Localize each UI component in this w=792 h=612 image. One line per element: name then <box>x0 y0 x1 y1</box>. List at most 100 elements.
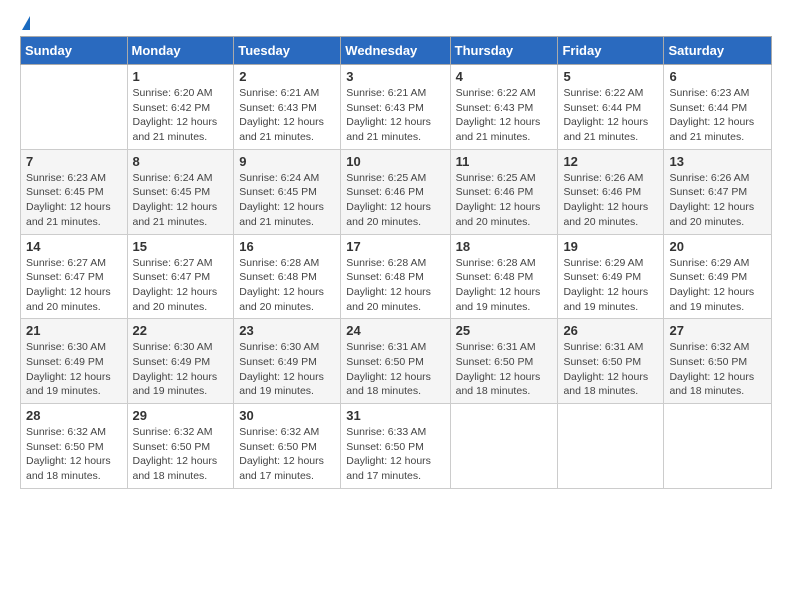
day-info: Sunrise: 6:21 AM Sunset: 6:43 PM Dayligh… <box>346 86 444 145</box>
day-info: Sunrise: 6:31 AM Sunset: 6:50 PM Dayligh… <box>346 340 444 399</box>
weekday-header-friday: Friday <box>558 37 664 65</box>
day-number: 6 <box>669 69 766 84</box>
day-info: Sunrise: 6:23 AM Sunset: 6:45 PM Dayligh… <box>26 171 122 230</box>
day-info: Sunrise: 6:22 AM Sunset: 6:44 PM Dayligh… <box>563 86 658 145</box>
calendar-cell: 12 Sunrise: 6:26 AM Sunset: 6:46 PM Dayli… <box>558 149 664 234</box>
calendar-cell: 11Sunrise: 6:25 AM Sunset: 6:46 PM Dayli… <box>450 149 558 234</box>
day-info: Sunrise: 6:28 AM Sunset: 6:48 PM Dayligh… <box>346 256 444 315</box>
weekday-header-tuesday: Tuesday <box>234 37 341 65</box>
calendar-cell: 9 Sunrise: 6:24 AM Sunset: 6:45 PM Daylig… <box>234 149 341 234</box>
calendar-cell <box>450 404 558 489</box>
calendar-week-row: 7Sunrise: 6:23 AM Sunset: 6:45 PM Daylig… <box>21 149 772 234</box>
day-number: 28 <box>26 408 122 423</box>
day-info: Sunrise: 6:21 AM Sunset: 6:43 PM Dayligh… <box>239 86 335 145</box>
day-number: 27 <box>669 323 766 338</box>
day-number: 20 <box>669 239 766 254</box>
calendar-cell: 24 Sunrise: 6:31 AM Sunset: 6:50 PM Dayli… <box>341 319 450 404</box>
day-info: Sunrise: 6:27 AM Sunset: 6:47 PM Dayligh… <box>133 256 229 315</box>
day-info: Sunrise: 6:24 AM Sunset: 6:45 PM Dayligh… <box>239 171 335 230</box>
calendar-cell: 20 Sunrise: 6:29 AM Sunset: 6:49 PM Dayli… <box>664 234 772 319</box>
day-info: Sunrise: 6:30 AM Sunset: 6:49 PM Dayligh… <box>133 340 229 399</box>
page-header <box>20 16 772 26</box>
day-info: Sunrise: 6:30 AM Sunset: 6:49 PM Dayligh… <box>239 340 335 399</box>
day-info: Sunrise: 6:27 AM Sunset: 6:47 PM Dayligh… <box>26 256 122 315</box>
day-info: Sunrise: 6:30 AM Sunset: 6:49 PM Dayligh… <box>26 340 122 399</box>
calendar-cell: 28Sunrise: 6:32 AM Sunset: 6:50 PM Dayli… <box>21 404 128 489</box>
calendar-cell: 23 Sunrise: 6:30 AM Sunset: 6:49 PM Dayli… <box>234 319 341 404</box>
day-number: 24 <box>346 323 444 338</box>
day-number: 14 <box>26 239 122 254</box>
day-number: 21 <box>26 323 122 338</box>
calendar-cell: 22 Sunrise: 6:30 AM Sunset: 6:49 PM Dayli… <box>127 319 234 404</box>
day-number: 1 <box>133 69 229 84</box>
calendar-cell: 15 Sunrise: 6:27 AM Sunset: 6:47 PM Dayli… <box>127 234 234 319</box>
day-number: 10 <box>346 154 444 169</box>
weekday-header-row: SundayMondayTuesdayWednesdayThursdayFrid… <box>21 37 772 65</box>
calendar-cell: 10 Sunrise: 6:25 AM Sunset: 6:46 PM Dayli… <box>341 149 450 234</box>
calendar-cell: 26 Sunrise: 6:31 AM Sunset: 6:50 PM Dayli… <box>558 319 664 404</box>
day-number: 22 <box>133 323 229 338</box>
day-number: 31 <box>346 408 444 423</box>
calendar-week-row: 14 Sunrise: 6:27 AM Sunset: 6:47 PM Dayli… <box>21 234 772 319</box>
day-number: 23 <box>239 323 335 338</box>
day-number: 19 <box>563 239 658 254</box>
day-number: 26 <box>563 323 658 338</box>
day-info: Sunrise: 6:22 AM Sunset: 6:43 PM Dayligh… <box>456 86 553 145</box>
day-info: Sunrise: 6:26 AM Sunset: 6:46 PM Dayligh… <box>563 171 658 230</box>
day-number: 18 <box>456 239 553 254</box>
calendar-table: SundayMondayTuesdayWednesdayThursdayFrid… <box>20 36 772 489</box>
calendar-week-row: 21 Sunrise: 6:30 AM Sunset: 6:49 PM Dayli… <box>21 319 772 404</box>
calendar-cell: 29Sunrise: 6:32 AM Sunset: 6:50 PM Dayli… <box>127 404 234 489</box>
day-info: Sunrise: 6:23 AM Sunset: 6:44 PM Dayligh… <box>669 86 766 145</box>
day-info: Sunrise: 6:25 AM Sunset: 6:46 PM Dayligh… <box>346 171 444 230</box>
calendar-cell <box>664 404 772 489</box>
calendar-cell: 19 Sunrise: 6:29 AM Sunset: 6:49 PM Dayli… <box>558 234 664 319</box>
calendar-cell: 17Sunrise: 6:28 AM Sunset: 6:48 PM Dayli… <box>341 234 450 319</box>
logo-wordmark <box>20 16 32 26</box>
day-info: Sunrise: 6:28 AM Sunset: 6:48 PM Dayligh… <box>239 256 335 315</box>
day-number: 30 <box>239 408 335 423</box>
day-info: Sunrise: 6:26 AM Sunset: 6:47 PM Dayligh… <box>669 171 766 230</box>
day-number: 12 <box>563 154 658 169</box>
day-info: Sunrise: 6:32 AM Sunset: 6:50 PM Dayligh… <box>133 425 229 484</box>
calendar-cell: 6 Sunrise: 6:23 AM Sunset: 6:44 PM Daylig… <box>664 65 772 150</box>
day-info: Sunrise: 6:29 AM Sunset: 6:49 PM Dayligh… <box>669 256 766 315</box>
weekday-header-thursday: Thursday <box>450 37 558 65</box>
calendar-cell: 13 Sunrise: 6:26 AM Sunset: 6:47 PM Dayli… <box>664 149 772 234</box>
day-info: Sunrise: 6:31 AM Sunset: 6:50 PM Dayligh… <box>563 340 658 399</box>
day-info: Sunrise: 6:32 AM Sunset: 6:50 PM Dayligh… <box>239 425 335 484</box>
calendar-cell: 30 Sunrise: 6:32 AM Sunset: 6:50 PM Dayli… <box>234 404 341 489</box>
calendar-cell: 31Sunrise: 6:33 AM Sunset: 6:50 PM Dayli… <box>341 404 450 489</box>
weekday-header-sunday: Sunday <box>21 37 128 65</box>
day-info: Sunrise: 6:29 AM Sunset: 6:49 PM Dayligh… <box>563 256 658 315</box>
calendar-cell <box>21 65 128 150</box>
day-info: Sunrise: 6:24 AM Sunset: 6:45 PM Dayligh… <box>133 171 229 230</box>
day-number: 25 <box>456 323 553 338</box>
calendar-cell: 21 Sunrise: 6:30 AM Sunset: 6:49 PM Dayli… <box>21 319 128 404</box>
calendar-cell: 8 Sunrise: 6:24 AM Sunset: 6:45 PM Daylig… <box>127 149 234 234</box>
calendar-cell: 7Sunrise: 6:23 AM Sunset: 6:45 PM Daylig… <box>21 149 128 234</box>
day-info: Sunrise: 6:20 AM Sunset: 6:42 PM Dayligh… <box>133 86 229 145</box>
calendar-week-row: 1 Sunrise: 6:20 AM Sunset: 6:42 PM Daylig… <box>21 65 772 150</box>
calendar-cell: 14 Sunrise: 6:27 AM Sunset: 6:47 PM Dayli… <box>21 234 128 319</box>
day-number: 2 <box>239 69 335 84</box>
weekday-header-monday: Monday <box>127 37 234 65</box>
calendar-week-row: 28 Sunrise: 6:32 AM Sunset: 6:50 PM Dayli… <box>21 404 772 489</box>
day-info: Sunrise: 6:32 AM Sunset: 6:50 PM Dayligh… <box>669 340 766 399</box>
calendar-cell: 27 Sunrise: 6:32 AM Sunset: 6:50 PM Dayli… <box>664 319 772 404</box>
weekday-header-saturday: Saturday <box>664 37 772 65</box>
day-number: 9 <box>239 154 335 169</box>
day-number: 3 <box>346 69 444 84</box>
day-info: Sunrise: 6:31 AM Sunset: 6:50 PM Dayligh… <box>456 340 553 399</box>
calendar-cell: 25 Sunrise: 6:31 AM Sunset: 6:50 PM Dayli… <box>450 319 558 404</box>
day-info: Sunrise: 6:25 AM Sunset: 6:46 PM Dayligh… <box>456 171 553 230</box>
day-number: 4 <box>456 69 553 84</box>
day-number: 16 <box>239 239 335 254</box>
calendar-cell: 3 Sunrise: 6:21 AM Sunset: 6:43 PM Daylig… <box>341 65 450 150</box>
day-number: 13 <box>669 154 766 169</box>
day-number: 8 <box>133 154 229 169</box>
calendar-cell: 18Sunrise: 6:28 AM Sunset: 6:48 PM Dayli… <box>450 234 558 319</box>
calendar-cell <box>558 404 664 489</box>
logo <box>20 16 32 26</box>
day-number: 15 <box>133 239 229 254</box>
